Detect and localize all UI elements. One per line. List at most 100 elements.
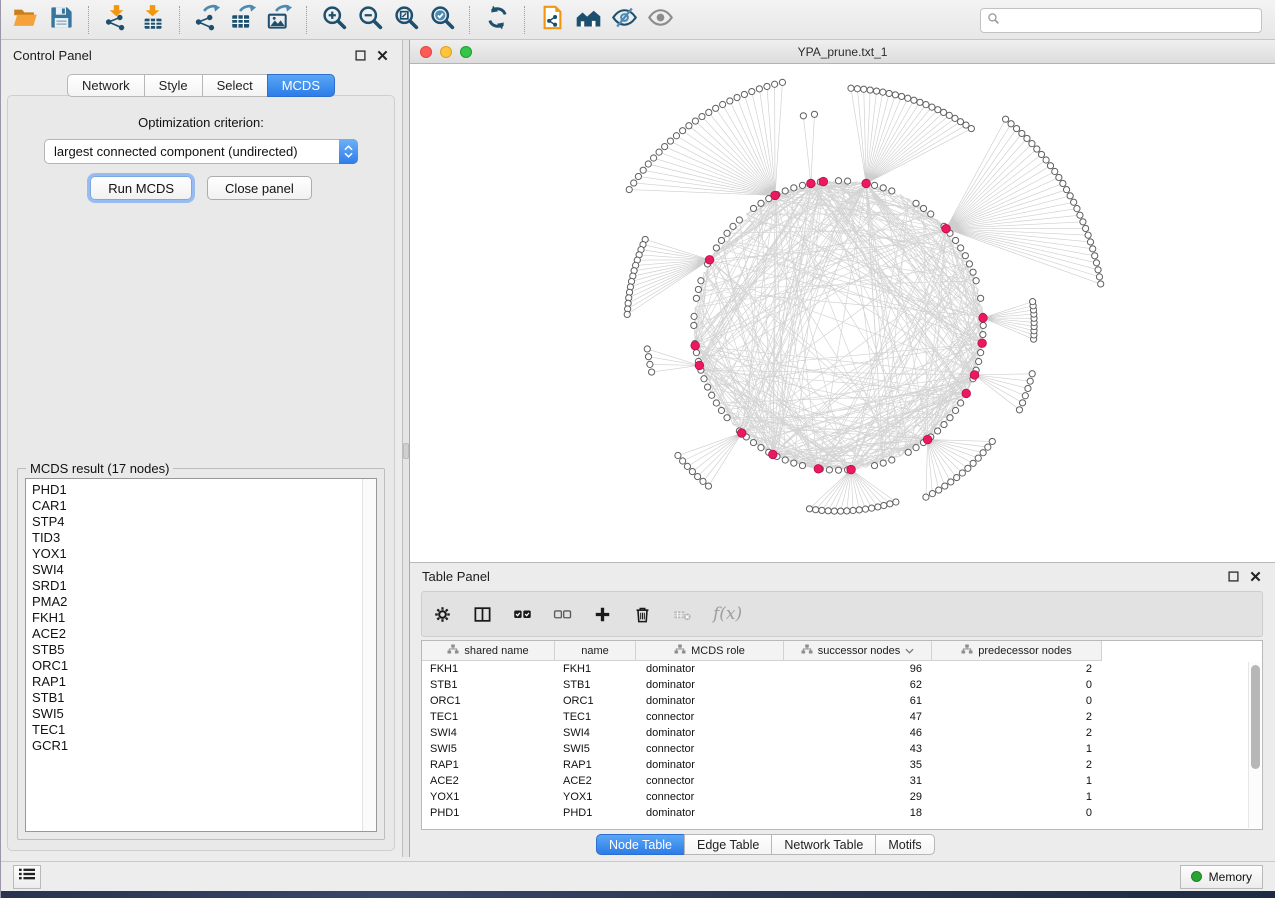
mcds-result-item[interactable]: ORC1 <box>32 658 360 674</box>
column-layout-button[interactable] <box>473 605 492 624</box>
table-row[interactable]: FKH1FKH1dominator962 <box>422 661 1262 677</box>
settings-gear-button[interactable] <box>433 605 452 624</box>
delete-row-button[interactable] <box>633 605 652 624</box>
import-table-icon <box>139 4 166 36</box>
save-button[interactable] <box>43 3 79 37</box>
search-box[interactable] <box>980 8 1262 33</box>
mcds-result-item[interactable]: RAP1 <box>32 674 360 690</box>
table-row[interactable]: ACE2ACE2connector311 <box>422 773 1262 789</box>
task-history-button[interactable] <box>13 865 41 889</box>
mcds-result-item[interactable]: STB1 <box>32 690 360 706</box>
export-network-button[interactable] <box>189 3 225 37</box>
column-header-predecessor-nodes[interactable]: predecessor nodes <box>932 641 1102 661</box>
add-row-button[interactable] <box>593 605 612 624</box>
optimization-criterion-select[interactable]: largest connected component (undirected) <box>44 139 358 164</box>
float-table-panel-icon[interactable] <box>1225 568 1241 584</box>
control-panel-titlebar: Control Panel <box>1 40 402 70</box>
minimize-window-icon[interactable] <box>440 46 452 58</box>
column-hierarchy-icon <box>961 644 973 657</box>
tab-mcds[interactable]: MCDS <box>267 74 335 97</box>
mcds-result-item[interactable]: TID3 <box>32 530 360 546</box>
deselect-all-button[interactable] <box>553 605 572 624</box>
toolbar-separator <box>524 6 525 34</box>
share-document-icon <box>539 4 566 36</box>
table-row[interactable]: SWI5SWI5connector431 <box>422 741 1262 757</box>
export-image-button[interactable] <box>261 3 297 37</box>
tab-motifs[interactable]: Motifs <box>875 834 934 855</box>
network-canvas[interactable] <box>410 64 1275 562</box>
mcds-result-item[interactable]: PHD1 <box>32 482 360 498</box>
tab-network[interactable]: Network <box>67 74 145 97</box>
column-header-name[interactable]: name <box>555 641 636 661</box>
search-input[interactable] <box>1004 13 1255 29</box>
table-row[interactable]: YOX1YOX1connector291 <box>422 789 1262 805</box>
mcds-result-item[interactable]: STB5 <box>32 642 360 658</box>
table-row[interactable]: RAP1RAP1dominator352 <box>422 757 1262 773</box>
column-header-shared-name[interactable]: shared name <box>422 641 555 661</box>
hide-eye-button[interactable] <box>606 3 642 37</box>
zoom-selected-button[interactable] <box>424 3 460 37</box>
tab-edge-table[interactable]: Edge Table <box>684 834 772 855</box>
panel-splitter[interactable] <box>402 40 410 857</box>
splitter-grip[interactable] <box>403 443 409 459</box>
tab-select[interactable]: Select <box>202 74 268 97</box>
mcds-result-item[interactable]: PMA2 <box>32 594 360 610</box>
column-hierarchy-icon <box>801 644 813 657</box>
network-home-icon <box>575 4 602 36</box>
list-scrollbar[interactable] <box>362 479 376 831</box>
zoom-fit-button[interactable] <box>388 3 424 37</box>
list-icon <box>19 867 35 886</box>
close-panel-icon[interactable] <box>374 47 390 63</box>
mcds-result-list[interactable]: PHD1CAR1STP4TID3YOX1SWI4SRD1PMA2FKH1ACE2… <box>25 478 377 832</box>
close-panel-button[interactable]: Close panel <box>207 176 312 200</box>
open-folder-button[interactable] <box>7 3 43 37</box>
table-row[interactable]: STB1STB1dominator620 <box>422 677 1262 693</box>
close-table-panel-icon[interactable] <box>1247 568 1263 584</box>
tab-network-table[interactable]: Network Table <box>771 834 876 855</box>
table-scrollbar[interactable] <box>1248 662 1261 828</box>
column-header-MCDS-role[interactable]: MCDS role <box>636 641 784 661</box>
control-panel: Control Panel NetworkStyleSelectMCDS Opt… <box>1 40 402 857</box>
toolbar-separator <box>179 6 180 34</box>
network-view-window: YPA_prune.txt_1 <box>410 40 1275 563</box>
memory-button[interactable]: Memory <box>1180 865 1263 889</box>
mcds-result-item[interactable]: GCR1 <box>32 738 360 754</box>
zoom-in-button[interactable] <box>316 3 352 37</box>
run-mcds-button[interactable]: Run MCDS <box>90 176 192 200</box>
network-home-button[interactable] <box>570 3 606 37</box>
export-table-button[interactable] <box>225 3 261 37</box>
table-row[interactable]: SWI4SWI4dominator462 <box>422 725 1262 741</box>
table-row[interactable]: ORC1ORC1dominator610 <box>422 693 1262 709</box>
close-window-icon[interactable] <box>420 46 432 58</box>
refresh-button[interactable] <box>479 3 515 37</box>
table-panel-title: Table Panel <box>422 569 1219 584</box>
import-network-button[interactable] <box>98 3 134 37</box>
function-builder-button: f(x) <box>713 604 742 624</box>
float-panel-icon[interactable] <box>352 47 368 63</box>
tab-node-table[interactable]: Node Table <box>596 834 685 855</box>
mcds-result-item[interactable]: YOX1 <box>32 546 360 562</box>
table-row[interactable]: TEC1TEC1connector472 <box>422 709 1262 725</box>
mcds-result-item[interactable]: CAR1 <box>32 498 360 514</box>
import-table-button[interactable] <box>134 3 170 37</box>
show-eye-button[interactable] <box>642 3 678 37</box>
mcds-result-item[interactable]: SWI4 <box>32 562 360 578</box>
network-graph[interactable] <box>410 64 1275 562</box>
column-header-successor-nodes[interactable]: successor nodes <box>784 641 932 661</box>
mcds-result-item[interactable]: ACE2 <box>32 626 360 642</box>
network-view-titlebar[interactable]: YPA_prune.txt_1 <box>410 40 1275 64</box>
mcds-result-item[interactable]: TEC1 <box>32 722 360 738</box>
zoom-out-button[interactable] <box>352 3 388 37</box>
mcds-result-item[interactable]: FKH1 <box>32 610 360 626</box>
table-row[interactable]: PHD1PHD1dominator180 <box>422 805 1262 821</box>
share-document-button[interactable] <box>534 3 570 37</box>
maximize-window-icon[interactable] <box>460 46 472 58</box>
mcds-result-item[interactable]: SRD1 <box>32 578 360 594</box>
mcds-result-item[interactable]: STP4 <box>32 514 360 530</box>
mcds-result-groupbox: MCDS result (17 nodes) PHD1CAR1STP4TID3Y… <box>17 468 385 840</box>
scrollbar-thumb[interactable] <box>1251 665 1260 769</box>
tab-style[interactable]: Style <box>144 74 203 97</box>
toolbar-separator <box>469 6 470 34</box>
select-all-button[interactable] <box>513 605 532 624</box>
mcds-result-item[interactable]: SWI5 <box>32 706 360 722</box>
